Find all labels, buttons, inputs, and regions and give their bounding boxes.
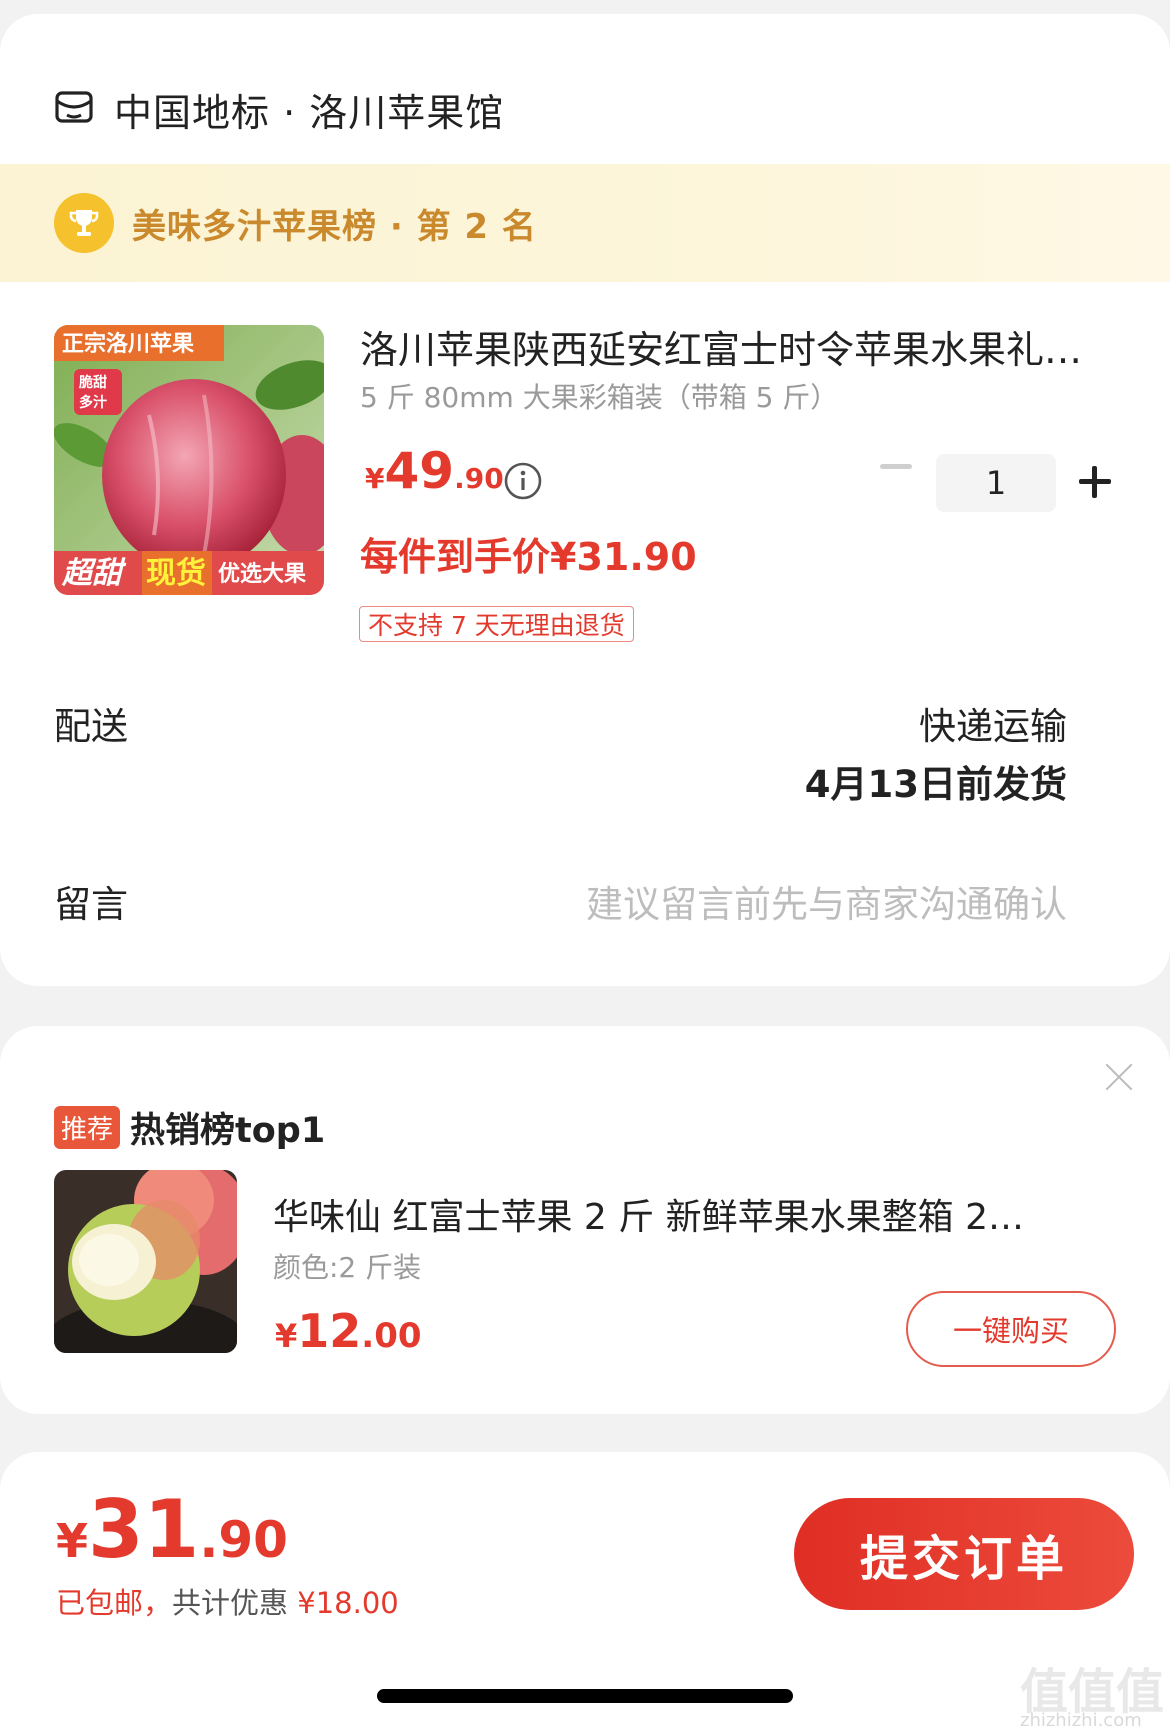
recommend-product-name[interactable]: 华味仙 红富士苹果 2 斤 新鲜苹果水果整箱 2… (273, 1188, 1093, 1240)
order-card: 中国地标 · 洛川苹果馆 美味多汁苹果榜 · 第 2 名 正宗洛川苹果 脆甜 多… (0, 14, 1170, 986)
discount-summary: 已包邮，共计优惠 ¥18.00 (56, 1580, 399, 1622)
recommend-header: 推荐 热销榜top1 (54, 1102, 325, 1153)
svg-text:超甜: 超甜 (61, 556, 127, 591)
product-spec[interactable]: 5 斤 80mm 大果彩箱装（带箱 5 斤） (360, 376, 838, 416)
quantity-decrease-button[interactable] (880, 464, 914, 472)
product-title[interactable]: 洛川苹果陕西延安红富士时令苹果水果礼… (360, 319, 1120, 374)
submit-order-button[interactable]: 提交订单 (794, 1498, 1134, 1610)
ranking-text: 美味多汁苹果榜 · 第 2 名 (132, 206, 537, 247)
shop-icon (54, 87, 94, 131)
ship-date: 4月13日前发货 (804, 763, 1067, 806)
message-input[interactable]: 建议留言前先与商家沟通确认 (586, 874, 1067, 928)
ranking-banner[interactable]: 美味多汁苹果榜 · 第 2 名 (0, 164, 1170, 282)
delivery-label: 配送 (54, 705, 128, 748)
shop-name: 中国地标 · 洛川苹果馆 (114, 90, 505, 135)
quantity-increase-button[interactable] (1079, 466, 1111, 498)
product-image[interactable]: 正宗洛川苹果 脆甜 多汁 超甜 现货 优选大果 (54, 325, 324, 595)
svg-text:现货: 现货 (146, 556, 206, 591)
recommend-product-spec: 颜色:2 斤装 (273, 1251, 422, 1284)
info-icon[interactable] (503, 461, 543, 505)
shop-header[interactable]: 中国地标 · 洛川苹果馆 (54, 74, 504, 144)
quantity-input[interactable]: 1 (936, 454, 1056, 512)
total-price: ¥31.90 (56, 1483, 288, 1576)
recommend-product-price: ¥12.00 (275, 1304, 422, 1358)
svg-text:脆甜: 脆甜 (78, 374, 107, 391)
discount-label: 共计优惠 (172, 1586, 289, 1620)
recommend-title: 热销榜top1 (130, 1111, 326, 1151)
close-icon[interactable] (1104, 1062, 1134, 1092)
checkout-bar: ¥31.90 已包邮，共计优惠 ¥18.00 提交订单 值值值 zhizhizh… (0, 1452, 1170, 1733)
delivery-method: 快递运输 (919, 705, 1067, 748)
message-label: 留言 (54, 883, 128, 926)
svg-text:优选大果: 优选大果 (218, 561, 306, 587)
discount-value: ¥18.00 (297, 1586, 399, 1620)
product-price: ¥49.90 (365, 442, 504, 500)
recommend-badge: 推荐 (54, 1106, 121, 1149)
one-click-buy-button[interactable]: 一键购买 (906, 1291, 1116, 1367)
recommend-product-image[interactable] (54, 1170, 237, 1353)
recommend-card: 推荐 热销榜top1 华味仙 红富士苹果 2 斤 新鲜苹果水果整箱 2… 颜色:… (0, 1026, 1170, 1414)
home-indicator[interactable] (377, 1689, 793, 1703)
return-policy-tag: 不支持 7 天无理由退货 (359, 606, 634, 642)
image-top-label: 正宗洛川苹果 (62, 331, 194, 357)
shipping-note: 已包邮， (56, 1586, 173, 1620)
svg-text:多汁: 多汁 (79, 394, 107, 411)
watermark-url: zhizhizhi.com (1020, 1710, 1142, 1731)
final-price: 每件到手价¥31.90 (360, 535, 697, 579)
trophy-icon (54, 193, 114, 253)
